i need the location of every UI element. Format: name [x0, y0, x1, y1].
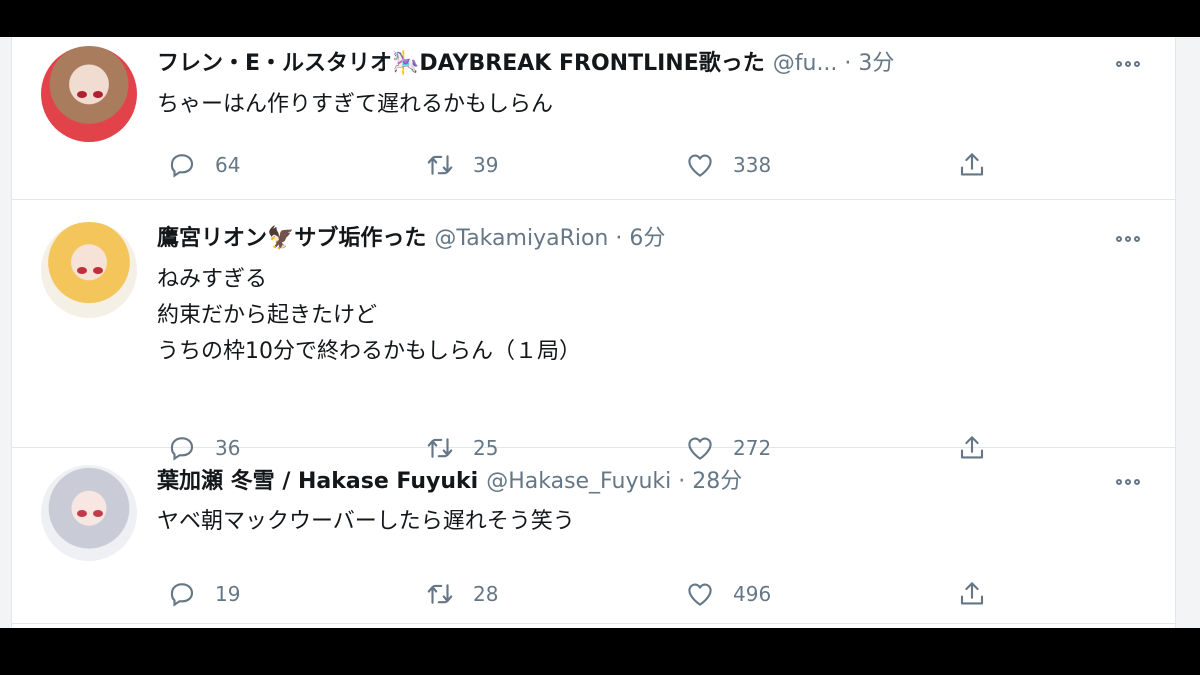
tweet-text-line: ねみすぎる	[157, 267, 268, 292]
timeline-feed: フレン・E・ルスタリオ🎠DAYBREAK FRONTLINE歌った @fu... …	[0, 37, 1200, 628]
reply-bubble-icon	[170, 583, 194, 607]
user-handle[interactable]: @Hakase_Fuyuki	[486, 469, 671, 494]
reply-bubble-icon	[170, 154, 194, 178]
tweet-text-line: うちの枠10分で終わるかもしらん（１局）	[157, 339, 581, 364]
reply-count: 19	[215, 582, 241, 606]
retweet-arrows-icon	[427, 584, 453, 604]
like-count: 496	[733, 582, 772, 606]
tweet-text-line: ちゃーはん作りすぎて遅れるかもしらん	[157, 92, 554, 117]
share-button[interactable]	[957, 145, 987, 185]
letterbox-bottom	[0, 628, 1200, 675]
retweet-count: 28	[473, 582, 499, 606]
tweet[interactable]: フレン・E・ルスタリオ🎠DAYBREAK FRONTLINE歌った @fu... …	[12, 37, 1175, 200]
like-button[interactable]: 496	[685, 574, 771, 614]
user-handle[interactable]: @TakamiyaRion	[434, 226, 608, 251]
timestamp[interactable]: · 28分	[678, 469, 742, 494]
tweet-text-line: ヤベ朝マックウーバーしたら遅れそう笑う	[157, 509, 575, 534]
heart-icon	[688, 154, 712, 177]
timestamp[interactable]: · 6分	[615, 226, 665, 251]
tweet-text: ねみすぎる 約束だから起きたけど うちの枠10分で終わるかもしらん（１局）	[157, 262, 581, 370]
tweet[interactable]: 鷹宮リオン🦅サブ垢作った @TakamiyaRion · 6分 ねみすぎる 約束だ…	[12, 200, 1175, 461]
tweet-actions: 64 39 338	[157, 145, 1017, 185]
heart-icon	[688, 583, 712, 606]
avatar[interactable]	[41, 46, 137, 142]
retweet-arrows-icon	[427, 155, 453, 175]
timeline-column: フレン・E・ルスタリオ🎠DAYBREAK FRONTLINE歌った @fu... …	[11, 37, 1176, 628]
tweet-header: 鷹宮リオン🦅サブ垢作った @TakamiyaRion · 6分	[157, 222, 665, 256]
share-upload-icon	[960, 582, 984, 605]
retweet-button[interactable]: 28	[425, 574, 498, 614]
tweet-header: 葉加瀬 冬雪 / Hakase Fuyuki @Hakase_Fuyuki · 2…	[157, 465, 742, 499]
share-upload-icon	[960, 153, 984, 176]
user-handle[interactable]: @fu...	[773, 51, 838, 76]
retweet-button[interactable]: 39	[425, 145, 498, 185]
display-name[interactable]: フレン・E・ルスタリオ🎠DAYBREAK FRONTLINE歌った	[157, 51, 765, 76]
more-dots-icon[interactable]	[1111, 465, 1145, 499]
timestamp[interactable]: · 3分	[844, 51, 894, 76]
tweet[interactable]: 葉加瀬 冬雪 / Hakase Fuyuki @Hakase_Fuyuki · 2…	[12, 448, 1175, 624]
tweet-text-line: 約束だから起きたけど	[157, 303, 378, 328]
avatar[interactable]	[41, 222, 137, 318]
retweet-count: 39	[473, 153, 499, 177]
display-name[interactable]: 葉加瀬 冬雪 / Hakase Fuyuki	[157, 469, 478, 494]
reply-button[interactable]: 19	[167, 574, 240, 614]
share-button[interactable]	[957, 574, 987, 614]
more-dots-icon[interactable]	[1111, 222, 1145, 256]
avatar[interactable]	[41, 465, 137, 561]
tweet-text: ちゃーはん作りすぎて遅れるかもしらん	[157, 87, 553, 123]
more-dots-icon[interactable]	[1111, 47, 1145, 81]
tweet-text: ヤベ朝マックウーバーしたら遅れそう笑う	[157, 504, 575, 540]
like-count: 338	[733, 153, 772, 177]
reply-button[interactable]: 64	[167, 145, 240, 185]
reply-count: 64	[215, 153, 241, 177]
letterbox-top	[0, 0, 1200, 37]
tweet-header: フレン・E・ルスタリオ🎠DAYBREAK FRONTLINE歌った @fu... …	[157, 47, 894, 81]
display-name[interactable]: 鷹宮リオン🦅サブ垢作った	[157, 226, 426, 251]
like-button[interactable]: 338	[685, 145, 771, 185]
tweet-actions: 19 28 496	[157, 574, 1017, 614]
